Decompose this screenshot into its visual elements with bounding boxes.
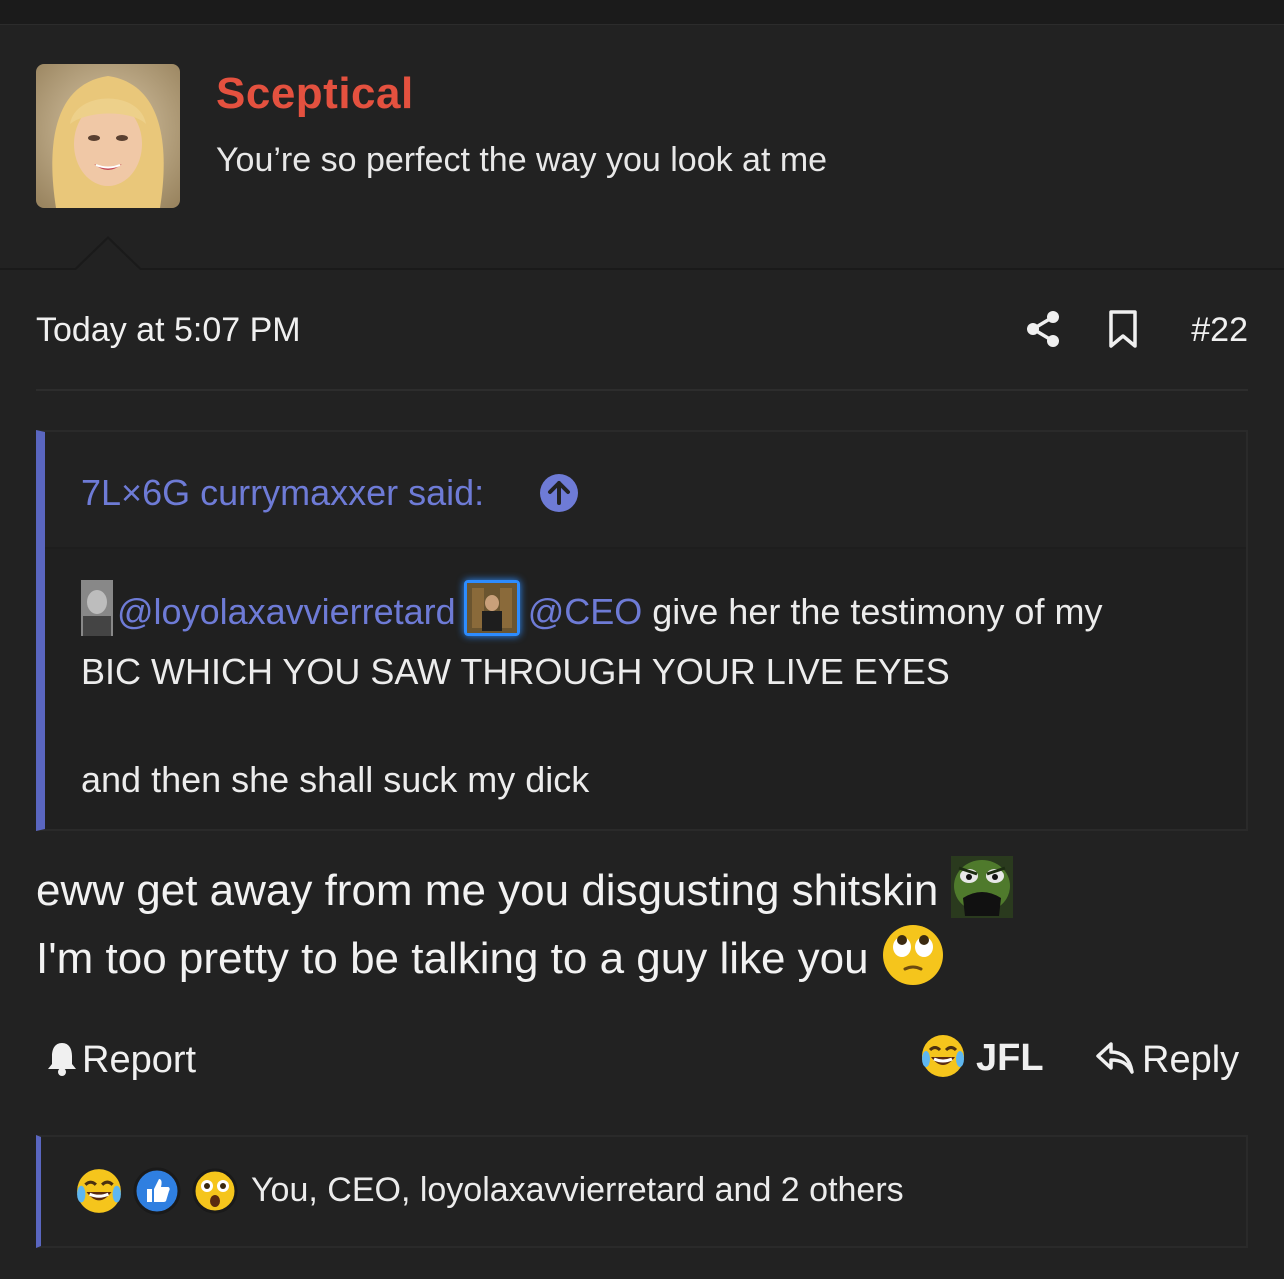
quote-line-1-text: give her the testimony of my [642,591,1103,632]
quote-line-2: BIC WHICH YOU SAW THROUGH YOUR LIVE EYES [81,651,950,693]
quote-line-1: @loyolaxavvierretard @CEO give her the t… [81,580,1216,642]
reply-label: Reply [1142,1039,1240,1081]
username[interactable]: Sceptical [216,69,414,119]
body-line-1-text: eww get away from me you disgusting shit… [36,866,939,915]
user-title: You’re so perfect the way you look at me [216,141,828,179]
arrow-notch-fill [76,239,140,270]
reactions-bar: You, CEO, loyolaxavvierretard and 2 othe… [36,1135,1248,1248]
reaction-summary-link[interactable]: You, CEO, loyolaxavvierretard and 2 othe… [251,1171,904,1210]
quote-line-3: and then she shall suck my dick [81,759,590,801]
quote-body: @loyolaxavvierretard @CEO give her the t… [81,580,1216,810]
post-meta: Today at 5:07 PM #22 [36,287,1248,391]
quote-block: 7L×6G currymaxxer said: @loyolaxavvierre… [36,430,1248,831]
crying-laughing-icon [922,1035,964,1077]
thumbs-up-icon [133,1167,181,1215]
arrow-up-circle-icon[interactable] [540,474,578,512]
post-number-link[interactable]: #22 [1191,311,1248,350]
report-label: Report [82,1039,197,1081]
bookmark-icon[interactable] [1106,309,1140,349]
mention-ceo[interactable]: @CEO [528,591,643,632]
reply-arrow-icon [1096,1042,1134,1074]
react-button[interactable]: JFL [920,1035,1044,1083]
report-button[interactable]: Report [46,1039,196,1082]
avatar[interactable] [36,64,180,208]
react-label: JFL [976,1037,1044,1080]
post-date[interactable]: Today at 5:07 PM [36,311,301,350]
reply-button[interactable]: Reply [1096,1039,1239,1082]
quote-author-link[interactable]: 7L×6G currymaxxer said: [81,472,484,514]
reaction-icons[interactable] [75,1167,249,1215]
shocked-emoji [192,1168,238,1214]
quote-header: 7L×6G currymaxxer said: [45,432,1246,549]
post: Sceptical You’re so perfect the way you … [0,24,1284,1279]
share-icon[interactable] [1024,309,1062,349]
mention-avatar [81,580,113,637]
body-line-2: I'm too pretty to be talking to a guy li… [36,925,1248,993]
eye-roll-emoji [882,925,943,986]
mention-loyolaxavvierretard[interactable]: @loyolaxavvierretard [117,591,456,632]
bell-icon [48,1042,76,1076]
user-header: Sceptical You’re so perfect the way you … [0,25,1284,270]
post-body: eww get away from me you disgusting shit… [36,856,1248,993]
quote-spacer [81,702,1216,750]
body-line-1: eww get away from me you disgusting shit… [36,856,1248,925]
crying-laughing-emoji [77,1169,121,1213]
mention-avatar-ceo [463,580,520,637]
angry-pepe-emoji [950,856,1013,919]
body-line-2-text: I'm too pretty to be talking to a guy li… [36,934,869,983]
